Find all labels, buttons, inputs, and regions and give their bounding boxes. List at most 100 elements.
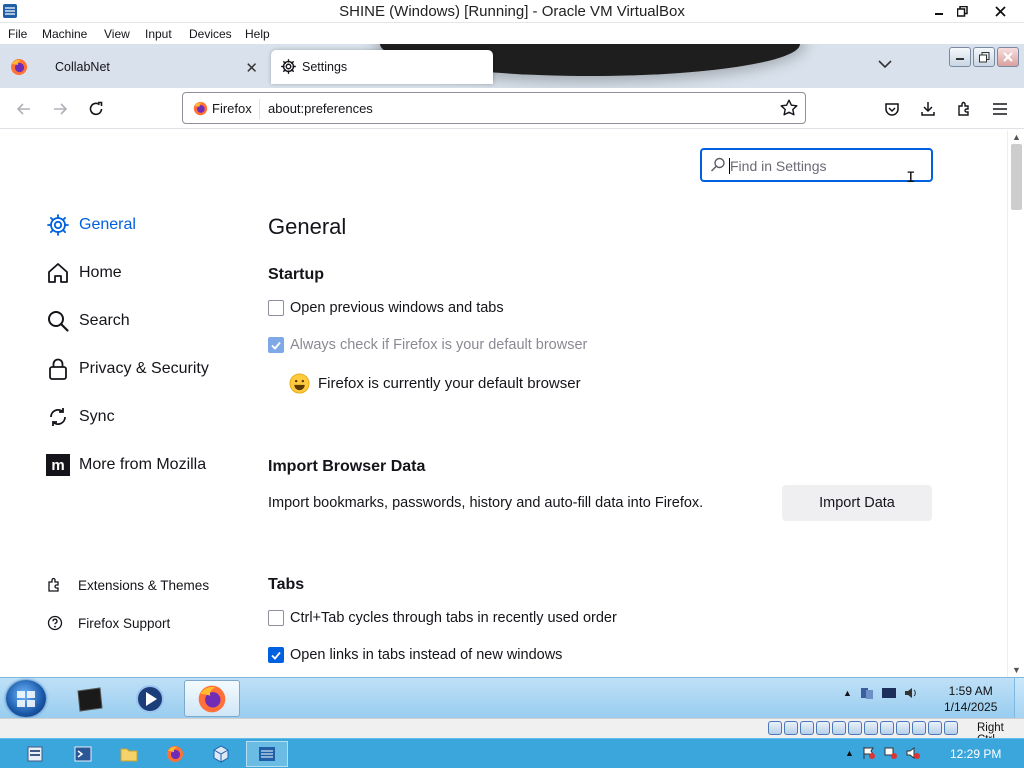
scroll-up-icon[interactable]: ▲ <box>1012 132 1021 142</box>
url-bar[interactable]: Firefox about:preferences <box>182 92 806 124</box>
category-more-from-mozilla[interactable]: m More from Mozilla <box>46 450 206 480</box>
bookmark-star-icon[interactable] <box>779 98 799 118</box>
scrollbar-thumb[interactable] <box>1011 144 1022 210</box>
menu-input[interactable]: Input <box>145 27 172 41</box>
shared-folders-indicator-icon[interactable] <box>848 721 862 735</box>
hard-disk-indicator-icon[interactable] <box>768 721 782 735</box>
downloads-icon[interactable] <box>916 97 940 121</box>
network-indicator-icon[interactable] <box>816 721 830 735</box>
taskbar-terminal-icon[interactable] <box>62 680 118 717</box>
tab-collabnet[interactable]: CollabNet ✕ <box>40 50 266 86</box>
menu-help[interactable]: Help <box>245 27 270 41</box>
action-center-icon[interactable] <box>881 686 896 700</box>
checkbox-label[interactable]: Open links in tabs instead of new window… <box>290 647 562 663</box>
mouse-integration-indicator-icon[interactable] <box>912 721 926 735</box>
category-sync[interactable]: Sync <box>46 402 115 432</box>
lock-icon <box>46 357 70 381</box>
host-firefox-icon[interactable] <box>154 741 196 767</box>
optical-drive-indicator-icon[interactable] <box>784 721 798 735</box>
vbox-device-indicators <box>768 721 958 735</box>
guest-restore-button[interactable] <box>973 47 995 67</box>
import-data-button[interactable]: Import Data <box>782 485 932 521</box>
checkbox[interactable] <box>268 610 284 626</box>
open-previous-windows-option[interactable]: Open previous windows and tabs <box>268 300 504 316</box>
search-input[interactable] <box>730 155 900 177</box>
checkbox-label[interactable]: Always check if Firefox is your default … <box>290 337 587 353</box>
guest-minimize-button[interactable] <box>949 47 971 67</box>
reload-icon[interactable] <box>84 97 108 121</box>
start-button[interactable] <box>6 680 46 717</box>
always-check-default-option[interactable]: Always check if Firefox is your default … <box>268 337 587 353</box>
host-clock[interactable]: 12:29 PM <box>950 747 1001 761</box>
svg-text:m: m <box>51 457 64 474</box>
taskbar-media-player-icon[interactable] <box>122 680 178 717</box>
cpu-indicator-icon[interactable] <box>896 721 910 735</box>
keyboard-indicator-icon[interactable] <box>928 721 942 735</box>
url-text[interactable]: about:preferences <box>268 101 373 116</box>
guest-clock[interactable]: 1:59 AM 1/14/2025 <box>944 683 997 715</box>
audio-indicator-icon[interactable] <box>800 721 814 735</box>
host-flag-icon[interactable] <box>862 746 876 760</box>
status-text: Firefox is currently your default browse… <box>318 375 581 392</box>
checkbox[interactable] <box>268 647 284 663</box>
open-links-in-tabs-option[interactable]: Open links in tabs instead of new window… <box>268 647 562 663</box>
forward-arrow-icon[interactable] <box>48 97 72 121</box>
ctrl-tab-option[interactable]: Ctrl+Tab cycles through tabs in recently… <box>268 610 617 626</box>
host-virtualbox-manager-icon[interactable] <box>200 741 242 767</box>
close-button[interactable] <box>980 0 1020 22</box>
host-vm-window-icon[interactable] <box>246 741 288 767</box>
firefox-icon <box>193 101 208 116</box>
show-hidden-icons-icon[interactable]: ▲ <box>843 688 852 698</box>
footer-label: Firefox Support <box>78 615 171 631</box>
volume-icon[interactable] <box>904 686 918 700</box>
ibeam-cursor-icon: I <box>906 169 916 187</box>
identity-label[interactable]: Firefox <box>212 101 252 116</box>
display-indicator-icon[interactable] <box>864 721 878 735</box>
extensions-icon[interactable] <box>952 97 976 121</box>
host-server-manager-icon[interactable] <box>14 741 56 767</box>
checkbox-label[interactable]: Open previous windows and tabs <box>290 300 504 316</box>
checkbox[interactable] <box>268 337 284 353</box>
host-volume-icon[interactable] <box>906 746 920 760</box>
category-search[interactable]: Search <box>46 306 130 336</box>
host-network-icon[interactable] <box>884 746 898 760</box>
extensions-themes-link[interactable]: Extensions & Themes <box>47 577 209 593</box>
navigation-toolbar: Firefox about:preferences <box>0 88 1024 129</box>
usb-indicator-icon[interactable] <box>832 721 846 735</box>
menu-machine[interactable]: Machine <box>42 27 87 41</box>
network-icon[interactable] <box>860 686 874 700</box>
checkbox-label[interactable]: Ctrl+Tab cycles through tabs in recently… <box>290 610 617 626</box>
footer-label: Extensions & Themes <box>78 577 210 593</box>
checkbox[interactable] <box>268 300 284 316</box>
tab-settings[interactable]: Settings <box>271 50 493 84</box>
restore-button[interactable] <box>950 0 974 22</box>
close-tab-icon[interactable]: ✕ <box>245 59 258 77</box>
firefox-support-link[interactable]: Firefox Support <box>47 615 170 631</box>
show-desktop-button[interactable] <box>1014 678 1024 719</box>
host-file-explorer-icon[interactable] <box>108 741 150 767</box>
host-show-hidden-icons-icon[interactable]: ▲ <box>845 748 854 758</box>
find-in-settings-field[interactable] <box>700 148 933 182</box>
list-all-tabs-icon[interactable] <box>878 59 892 69</box>
menu-file[interactable]: File <box>8 27 27 41</box>
menu-view[interactable]: View <box>104 27 130 41</box>
tab-label: CollabNet <box>55 60 110 74</box>
recording-indicator-icon[interactable] <box>880 721 894 735</box>
category-general[interactable]: General <box>46 210 136 240</box>
home-icon <box>46 261 70 285</box>
guest-close-button[interactable] <box>997 47 1019 67</box>
category-privacy-security[interactable]: Privacy & Security <box>46 354 209 384</box>
hamburger-menu-icon[interactable] <box>988 97 1012 121</box>
pocket-icon[interactable] <box>880 97 904 121</box>
category-home[interactable]: Home <box>46 258 122 288</box>
back-arrow-icon[interactable] <box>12 97 36 121</box>
tab-label: Settings <box>302 60 348 74</box>
menu-devices[interactable]: Devices <box>189 27 232 41</box>
category-label: Sync <box>79 408 115 425</box>
guest-window-controls <box>949 47 1019 67</box>
scroll-down-icon[interactable]: ▼ <box>1012 665 1021 675</box>
arrow-indicator-icon[interactable] <box>944 721 958 735</box>
host-powershell-icon[interactable] <box>62 741 104 767</box>
taskbar-firefox-icon[interactable] <box>184 680 240 717</box>
page-scrollbar[interactable]: ▲ ▼ <box>1007 130 1024 677</box>
